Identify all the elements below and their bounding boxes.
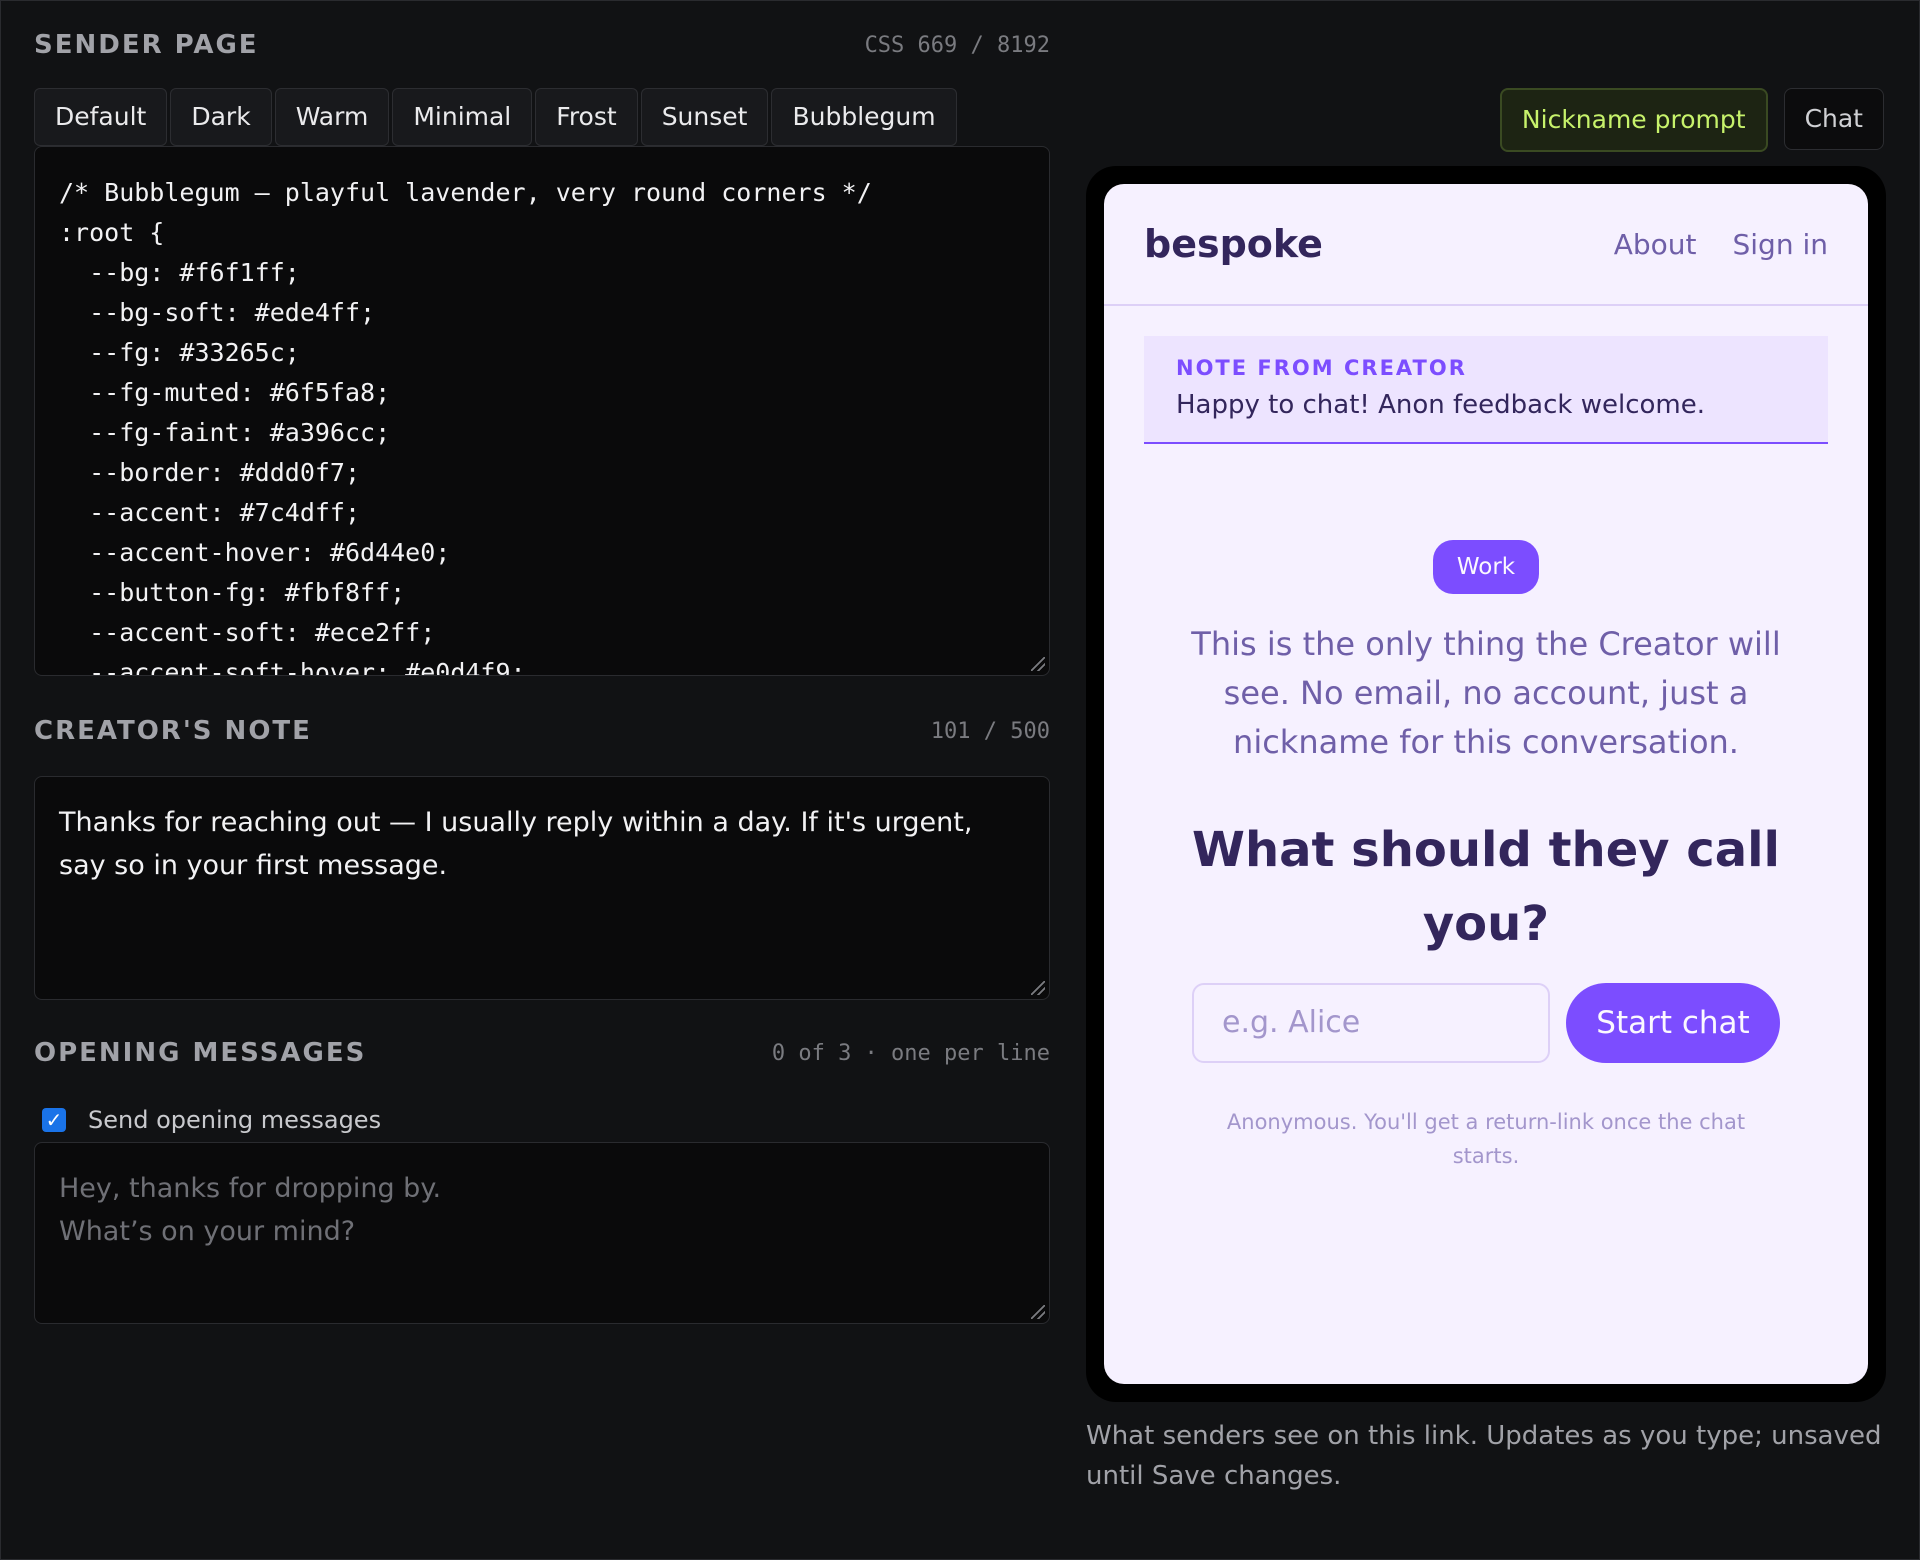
preset-sunset[interactable]: Sunset — [640, 88, 769, 146]
placeholder-line: Hey, thanks for dropping by. — [59, 1173, 442, 1204]
nickname-question: What should they call you? — [1192, 822, 1780, 952]
nav-about[interactable]: About — [1614, 228, 1697, 261]
send-opening-label: Send opening messages — [88, 1106, 382, 1134]
preview-caption: What senders see on this link. Updates a… — [1086, 1421, 1882, 1491]
preset-minimal[interactable]: Minimal — [392, 88, 533, 146]
preset-frost[interactable]: Frost — [535, 88, 638, 146]
sender-page-title: SENDER PAGE — [34, 30, 259, 60]
creator-note-title: CREATOR'S NOTE — [34, 716, 312, 746]
send-opening-checkbox-row[interactable]: ✓ Send opening messages — [42, 1106, 381, 1134]
nav-sign-in[interactable]: Sign in — [1733, 228, 1829, 261]
opening-messages-header: OPENING MESSAGES 0 of 3 · one per line — [34, 1038, 1050, 1068]
creator-note-count: 101 / 500 — [930, 718, 1050, 744]
creator-note-header: CREATOR'S NOTE 101 / 500 — [34, 716, 1050, 746]
preset-dark[interactable]: Dark — [170, 88, 272, 146]
anonymity-fine-print: Anonymous. You'll get a return-link once… — [1226, 1110, 1746, 1168]
creator-note-textarea[interactable]: Thanks for reaching out — I usually repl… — [34, 776, 1050, 1000]
preset-bubblegum[interactable]: Bubblegum — [771, 88, 957, 146]
creator-note-card: NOTE FROM CREATOR Happy to chat! Anon fe… — [1144, 336, 1828, 444]
preview-tabs: Nickname prompt Chat — [1499, 88, 1884, 152]
resize-handle-icon[interactable] — [1031, 981, 1045, 995]
opening-messages-textarea[interactable]: Hey, thanks for dropping by. What’s on y… — [34, 1142, 1050, 1324]
opening-messages-count: 0 of 3 · one per line — [771, 1040, 1050, 1066]
css-editor[interactable]: /* Bubblegum — playful lavender, very ro… — [34, 146, 1050, 676]
nickname-form: e.g. Alice Start chat — [1104, 983, 1868, 1063]
intro-text: This is the only thing the Creator will … — [1191, 625, 1781, 761]
preset-tabs: Default Dark Warm Minimal Frost Sunset B… — [34, 88, 957, 146]
css-editor-text: /* Bubblegum — playful lavender, very ro… — [59, 178, 872, 676]
badge-wrapper: Work — [1104, 540, 1868, 594]
start-chat-button[interactable]: Start chat — [1566, 983, 1780, 1063]
note-from-creator-label: NOTE FROM CREATOR — [1176, 356, 1467, 380]
preview-nav: About Sign in — [1614, 228, 1828, 261]
note-from-creator-text: Happy to chat! Anon feedback welcome. — [1176, 390, 1705, 420]
brand-logo[interactable]: bespoke — [1144, 222, 1323, 266]
send-opening-checkbox[interactable]: ✓ — [42, 1108, 66, 1132]
resize-handle-icon[interactable] — [1031, 657, 1045, 671]
preview-header: bespoke About Sign in — [1104, 184, 1868, 306]
opening-messages-title: OPENING MESSAGES — [34, 1038, 367, 1068]
tab-nickname-prompt[interactable]: Nickname prompt — [1499, 88, 1768, 152]
nickname-input[interactable]: e.g. Alice — [1192, 983, 1550, 1063]
category-badge: Work — [1432, 540, 1540, 594]
css-char-count: CSS 669 / 8192 — [864, 32, 1050, 58]
preview-screen: bespoke About Sign in NOTE FROM CREATOR … — [1104, 184, 1868, 1384]
tab-chat[interactable]: Chat — [1783, 88, 1884, 150]
resize-handle-icon[interactable] — [1031, 1305, 1045, 1319]
creator-note-value: Thanks for reaching out — I usually repl… — [59, 807, 973, 881]
placeholder-line: What’s on your mind? — [59, 1216, 356, 1247]
sender-page-section: SENDER PAGE CSS 669 / 8192 — [34, 30, 1050, 60]
preset-warm[interactable]: Warm — [274, 88, 390, 146]
phone-preview-frame: bespoke About Sign in NOTE FROM CREATOR … — [1086, 166, 1886, 1402]
checkmark-icon: ✓ — [45, 1108, 63, 1132]
preset-default[interactable]: Default — [34, 88, 168, 146]
